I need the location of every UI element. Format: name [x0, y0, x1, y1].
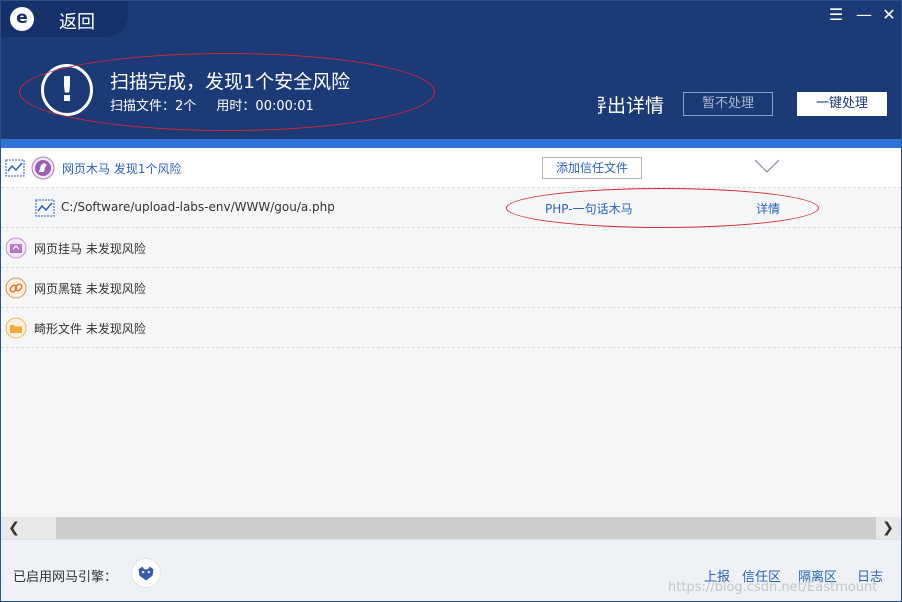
link-icon	[5, 277, 27, 299]
browser-logo-icon: e	[10, 7, 34, 31]
file-chart-icon	[5, 159, 25, 177]
file-chart-icon	[35, 199, 55, 217]
accent-bar	[1, 139, 901, 148]
elapsed-time: 用时：00:00:01	[216, 99, 314, 114]
category-label-malformed: 畸形文件 未发现风险	[34, 322, 146, 336]
back-button[interactable]: 返回	[59, 8, 95, 34]
menu-icon[interactable]: ☰	[825, 5, 847, 25]
file-path: C:/Software/upload-labs-env/WWW/gou/a.ph…	[61, 200, 335, 214]
warning-icon: !	[41, 64, 93, 116]
ignore-button[interactable]: 暂不处理	[683, 92, 773, 116]
folder-icon	[5, 317, 27, 339]
horizontal-scrollbar[interactable]: ❮ ❯	[1, 517, 901, 539]
scroll-left-icon[interactable]: ❮	[1, 517, 27, 539]
one-click-fix-button[interactable]: 一键处理	[797, 92, 887, 116]
scroll-right-icon[interactable]: ❯	[875, 517, 901, 539]
scroll-thumb[interactable]	[56, 517, 876, 539]
category-label-hijack: 网页挂马 未发现风险	[34, 242, 146, 256]
details-link[interactable]: 详情	[756, 200, 780, 217]
scanned-files-count: 扫描文件：2个	[110, 99, 197, 114]
category-row-malformed[interactable]: 畸形文件 未发现风险	[1, 308, 901, 348]
engine-status-label: 已启用网马引擎：	[13, 570, 118, 585]
trojan-horse-icon	[31, 156, 55, 180]
category-row-hijack[interactable]: 网页挂马 未发现风险	[1, 228, 901, 268]
add-trusted-file-button[interactable]: 添加信任文件	[542, 157, 642, 179]
chevron-down-icon[interactable]	[754, 158, 780, 174]
category-row-darklink[interactable]: 网页黑链 未发现风险	[1, 268, 901, 308]
category-row-webshell[interactable]: 网页木马 发现1个风险 添加信任文件	[1, 148, 901, 188]
file-row[interactable]: C:/Software/upload-labs-env/WWW/gou/a.ph…	[1, 188, 901, 228]
minimize-icon[interactable]: —	[853, 5, 875, 25]
result-list: 网页木马 发现1个风险 添加信任文件 C:/Software/upload-la…	[1, 148, 901, 517]
app-window: e 返回 ☰ — ✕ ! 扫描完成，发现1个安全风险 扫描文件：2个 用时：00…	[0, 0, 902, 602]
footer-bar: 已启用网马引擎： 上报 信任区 隔离区 日志 https://blog.csdn…	[1, 539, 901, 601]
engine-wolf-icon	[131, 558, 161, 588]
threat-name: PHP-一句话木马	[545, 202, 633, 216]
scan-result-title: 扫描完成，发现1个安全风险	[110, 71, 351, 93]
category-label-webshell: 网页木马 发现1个风险	[62, 162, 182, 176]
watermark-text: https://blog.csdn.net/Eastmount	[668, 580, 878, 595]
back-tab[interactable]: e 返回	[1, 1, 128, 37]
web-hijack-icon	[5, 237, 27, 259]
result-header: e 返回 ☰ — ✕ ! 扫描完成，发现1个安全风险 扫描文件：2个 用时：00…	[1, 1, 901, 139]
close-icon[interactable]: ✕	[878, 5, 900, 25]
category-label-darklink: 网页黑链 未发现风险	[34, 282, 146, 296]
export-details-link[interactable]: 导出详情	[598, 91, 664, 118]
scan-summary: 扫描文件：2个 用时：00:00:01	[110, 95, 330, 114]
